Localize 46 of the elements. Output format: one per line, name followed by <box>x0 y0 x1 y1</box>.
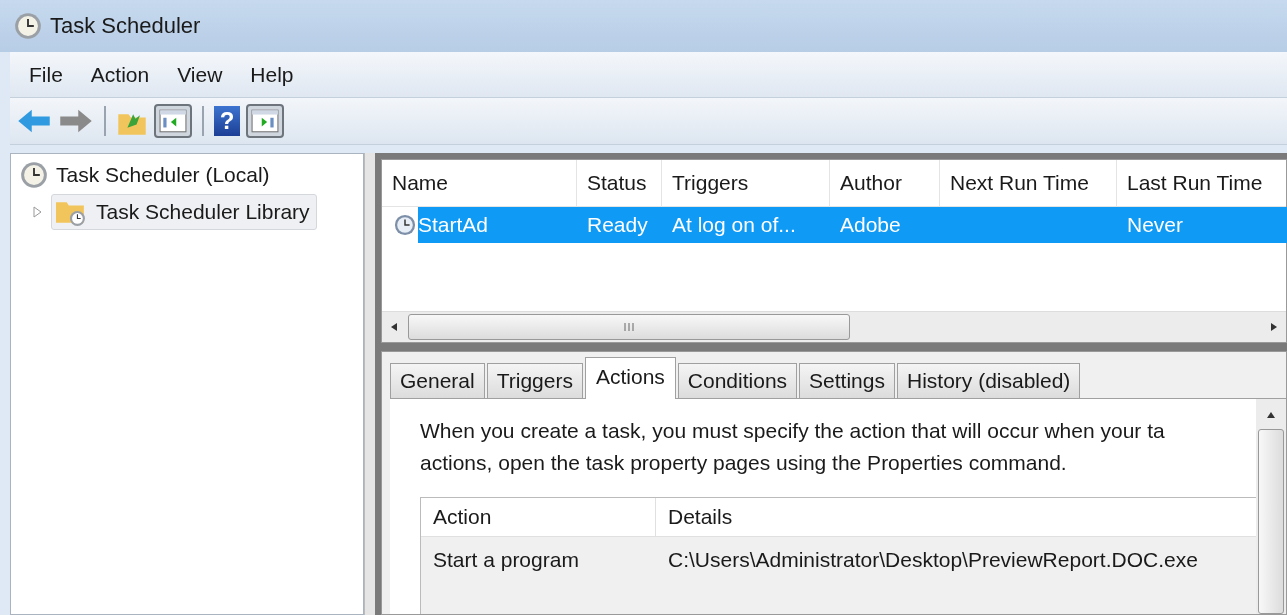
column-header[interactable]: Action <box>421 498 656 536</box>
tab[interactable]: Actions <box>584 357 676 399</box>
tree-item[interactable]: Task Scheduler (Local) <box>17 158 277 192</box>
menu-item[interactable]: Action <box>79 58 161 91</box>
tree-item[interactable]: Task Scheduler Library <box>51 194 317 230</box>
column-header[interactable]: Triggers <box>662 160 830 206</box>
scroll-right-icon[interactable] <box>1270 322 1278 332</box>
column-header[interactable]: Last Run Time <box>1117 160 1287 206</box>
table-cell: At log on of... <box>672 213 796 237</box>
table-cell: Ready <box>587 213 648 237</box>
scroll-up-icon[interactable] <box>1266 411 1276 419</box>
column-header[interactable]: Status <box>577 160 662 206</box>
horizontal-scrollbar[interactable] <box>382 311 1286 342</box>
tab[interactable]: General <box>390 363 485 398</box>
grip-icon <box>622 322 636 332</box>
table-cell: StartAd <box>418 213 489 237</box>
action-pane-button[interactable] <box>246 104 284 138</box>
menu-item[interactable]: File <box>18 58 74 91</box>
scrollbar-thumb[interactable] <box>408 314 850 340</box>
table-cell-text: Start a program <box>432 548 580 572</box>
scroll-left-icon[interactable] <box>390 322 398 332</box>
clock-icon <box>394 214 416 236</box>
help-button[interactable]: ? <box>214 106 240 136</box>
table-cell: Adobe <box>840 213 901 237</box>
menu-item[interactable]: View <box>166 58 234 91</box>
clock-icon <box>20 161 48 189</box>
column-header[interactable]: Author <box>830 160 940 206</box>
table-cell: Never <box>1127 213 1184 237</box>
window-title: Task Scheduler <box>50 13 201 39</box>
tab[interactable]: Settings <box>799 363 895 398</box>
column-header[interactable]: Details <box>656 498 733 536</box>
console-tree-button[interactable] <box>154 104 192 138</box>
scrollbar-thumb[interactable] <box>1258 429 1284 614</box>
clock-icon <box>14 12 42 40</box>
vertical-scrollbar[interactable] <box>1256 399 1286 614</box>
tab[interactable]: Conditions <box>677 363 798 398</box>
expand-arrow-icon[interactable] <box>33 206 43 218</box>
tab[interactable]: Triggers <box>486 363 583 398</box>
description-text: When you create a task, you must specify the action that will occur when your ta actions, open the task property pages using the Properties command. <box>420 418 1166 476</box>
back-arrow-icon[interactable] <box>16 107 52 135</box>
pane-splitter[interactable] <box>364 153 379 615</box>
menu-item[interactable]: Help <box>239 58 305 91</box>
tab[interactable]: History (disabled) <box>896 363 1081 398</box>
table-cell-text: C:\Users\Administrator\Desktop\PreviewReport.DOC.exe <box>667 548 1198 572</box>
column-header[interactable]: Name <box>382 160 577 206</box>
column-header[interactable]: Next Run Time <box>940 160 1117 206</box>
